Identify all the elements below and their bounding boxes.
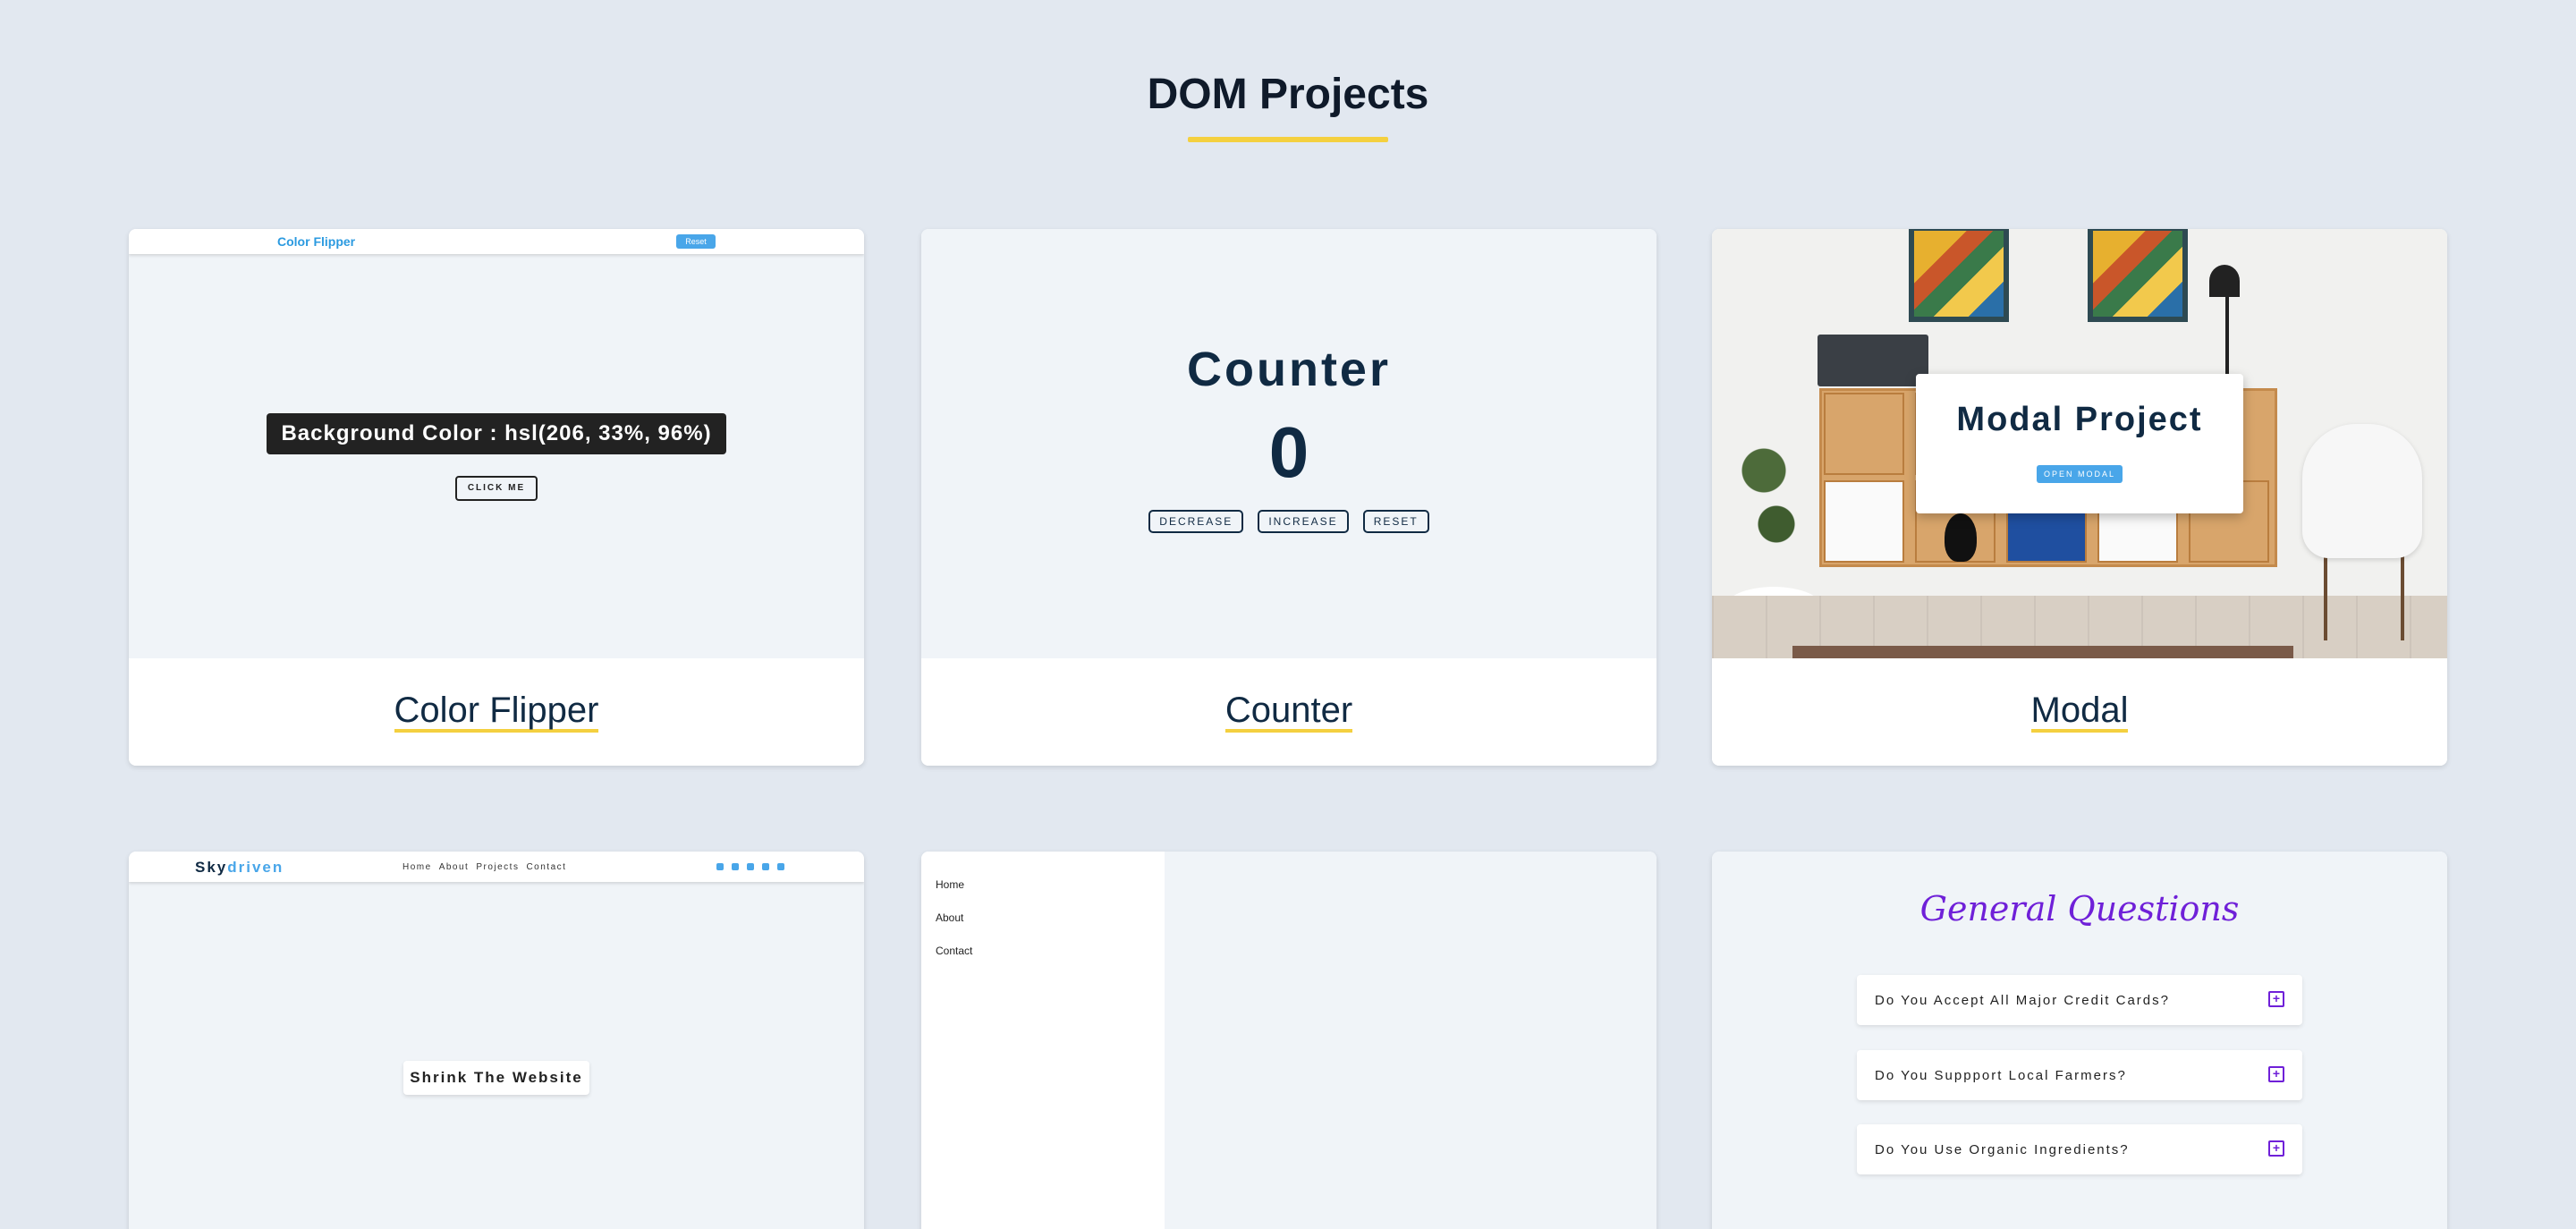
skydriven-logo: Skydriven [195,859,284,876]
painting-right [2088,229,2188,322]
sidebar-item-about: About [936,911,964,924]
bonsai-plant [1739,417,1801,596]
project-card-color-flipper[interactable]: Color Flipper Reset Background Color : h… [129,229,864,766]
facebook-icon [716,863,724,870]
nav-link-home: Home [402,862,432,872]
navbar-preview[interactable]: Skydriven Home About Projects Contact Sh… [129,852,864,1229]
faq-item: Do You Suppport Local Farmers? + [1857,1050,2302,1100]
faq-item: Do You Use Organic Ingredients? + [1857,1124,2302,1174]
lamp-head [2209,265,2240,297]
nav-link-about: About [438,862,470,872]
counter-title: Counter [1187,343,1391,396]
color-flipper-navbar: Color Flipper Reset [129,229,864,254]
modal-preview[interactable]: Modal Project OPEN MODAL [1712,229,2447,658]
counter-preview[interactable]: Counter 0 DECREASE INCREASE RESET [921,229,1657,658]
project-card-sidebar[interactable]: Home About Contact [921,852,1657,1229]
sidebar-preview[interactable]: Home About Contact [921,852,1657,1229]
project-link-modal[interactable]: Modal [2030,691,2129,733]
decrease-button: DECREASE [1148,510,1244,533]
open-modal-button: OPEN MODAL [2037,465,2123,483]
card-footer: Counter [921,658,1657,766]
background-color-text: Background Color : hsl(206, 33%, 96%) [267,413,726,454]
counter-buttons: DECREASE INCREASE RESET [921,510,1657,533]
behance-icon [747,863,754,870]
linkedin-icon [762,863,769,870]
sidebar-panel: Home About Contact [921,852,1165,1229]
faq-title: General Questions [1919,889,2240,928]
card-footer: Color Flipper [129,658,864,766]
project-card-modal[interactable]: Modal Project OPEN MODAL Modal [1712,229,2447,766]
sidebar-item-home: Home [936,878,965,891]
project-card-questions[interactable]: General Questions Do You Accept All Majo… [1712,852,2447,1229]
faq-question: Do You Accept All Major Credit Cards? [1875,993,2170,1008]
plus-square-icon: + [2268,1140,2284,1157]
color-flipper-preview[interactable]: Color Flipper Reset Background Color : h… [129,229,864,658]
project-card-navbar[interactable]: Skydriven Home About Projects Contact Sh… [129,852,864,1229]
title-underline [1188,137,1388,142]
plus-square-icon: + [2268,991,2284,1007]
color-flipper-reset-button: Reset [676,234,716,249]
skydriven-links: Home About Projects Contact [402,862,566,872]
modal-box: Modal Project OPEN MODAL [1916,374,2243,513]
modal-title: Modal Project [1956,401,2203,438]
sidebar-item-contact: Contact [936,945,973,957]
stereo [1818,335,1928,386]
skydriven-navbar: Skydriven Home About Projects Contact [129,852,864,882]
questions-preview[interactable]: General Questions Do You Accept All Majo… [1712,852,2447,1229]
vase [1945,513,1977,562]
counter-value: 0 [1268,412,1309,492]
page-title: DOM Projects [1147,71,1429,118]
nav-link-projects: Projects [476,862,520,872]
rug [1792,646,2293,658]
faq-item: Do You Accept All Major Credit Cards? + [1857,975,2302,1025]
sketch-icon [777,863,784,870]
chair [2302,424,2422,558]
nav-link-contact: Contact [526,862,567,872]
click-me-button: CLICK ME [455,476,538,501]
lamp [2225,283,2229,388]
faq-question: Do You Suppport Local Farmers? [1875,1068,2127,1083]
social-icons [716,863,784,870]
project-link-color-flipper[interactable]: Color Flipper [394,691,599,733]
color-flipper-logo: Color Flipper [277,234,356,249]
plus-square-icon: + [2268,1066,2284,1082]
card-footer: Modal [1712,658,2447,766]
reset-button: RESET [1362,510,1429,533]
twitter-icon [732,863,739,870]
project-card-counter[interactable]: Counter 0 DECREASE INCREASE RESET Counte… [921,229,1657,766]
increase-button: INCREASE [1258,510,1349,533]
faq-question: Do You Use Organic Ingredients? [1875,1142,2130,1157]
shrink-website-label: Shrink The Website [403,1061,589,1095]
project-link-counter[interactable]: Counter [1224,691,1353,733]
painting-left [1909,229,2009,322]
